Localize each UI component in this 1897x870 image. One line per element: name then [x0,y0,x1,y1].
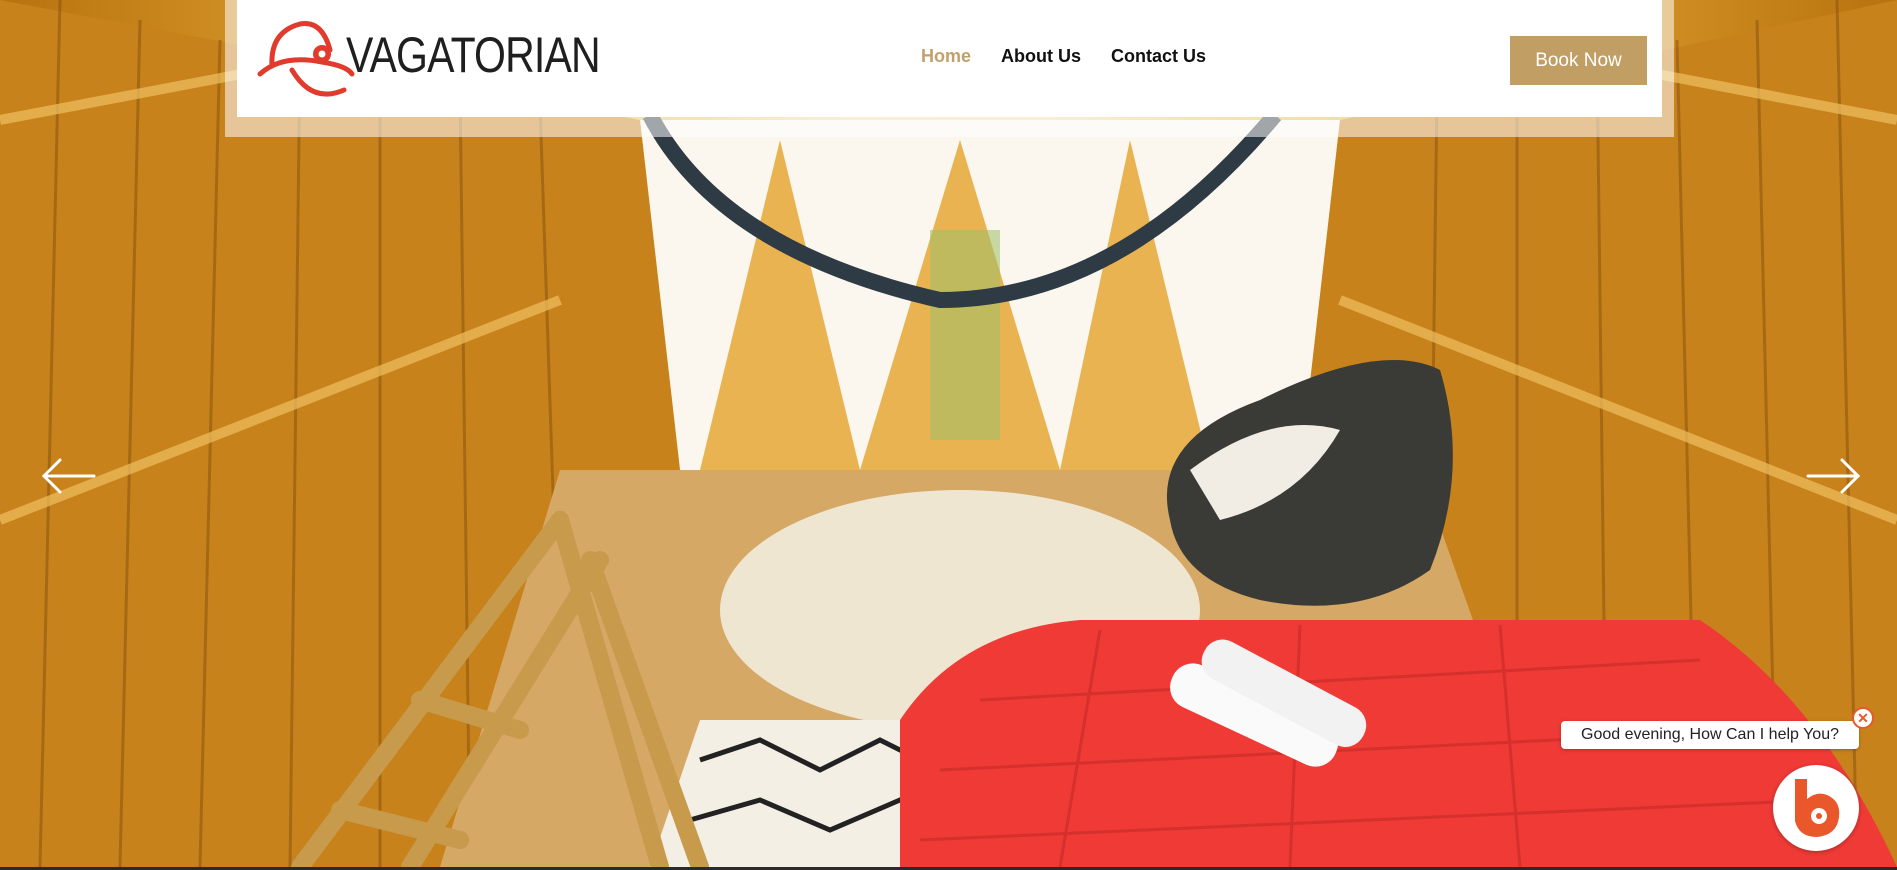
arrow-right-icon[interactable] [1806,458,1862,494]
nav-about-us[interactable]: About Us [1001,46,1081,67]
nav-home[interactable]: Home [921,46,971,67]
nav-contact-us[interactable]: Contact Us [1111,46,1206,67]
chat-bot-icon [1779,771,1853,845]
arrow-left-icon[interactable] [40,458,96,494]
chat-launcher-button[interactable] [1773,765,1859,851]
close-icon[interactable]: ✕ [1852,707,1874,729]
brand-name[interactable]: VAGATORIAN [346,26,601,84]
book-now-button[interactable]: Book Now [1510,36,1647,85]
chat-greeting-bubble[interactable]: Good evening, How Can I help You? [1561,721,1859,749]
